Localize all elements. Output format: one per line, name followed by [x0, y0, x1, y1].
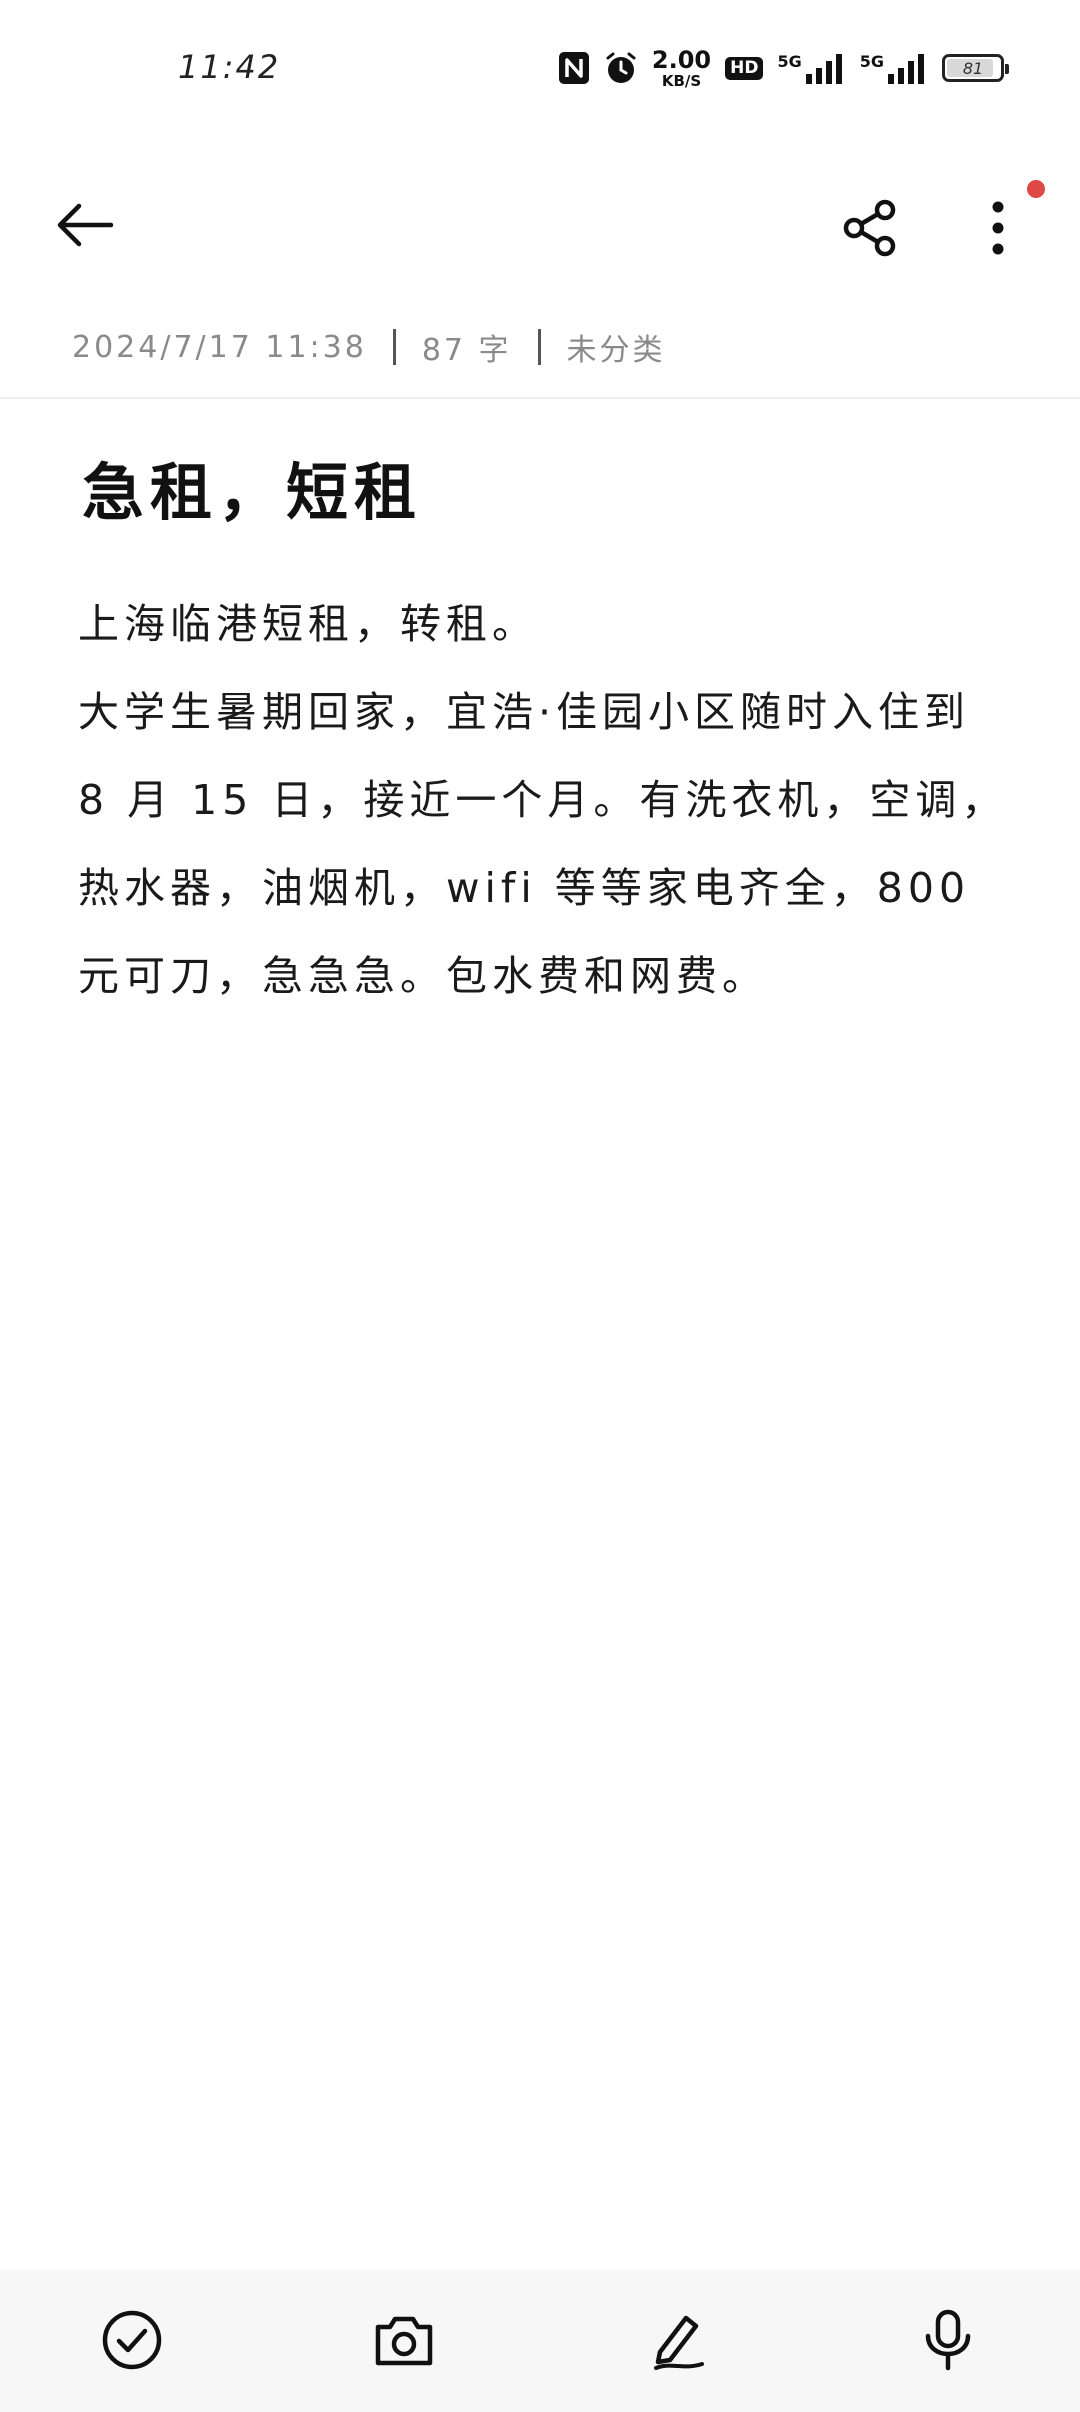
battery-icon: 81 [942, 54, 1009, 82]
meta-divider [0, 397, 1080, 399]
bottom-toolbar [0, 2270, 1080, 2412]
network-speed-unit: KB/S [661, 71, 702, 90]
note-line: 上海临港短租，转租。 [78, 600, 538, 648]
network-speed: 2.00 KB/S [652, 48, 711, 89]
back-button[interactable] [40, 190, 130, 260]
more-options-button[interactable] [958, 188, 1038, 268]
hd-voice-icon: HD [725, 56, 764, 80]
status-icons: 2.00 KB/S HD 5G 5G 81 [558, 44, 1009, 92]
note-line: 元可刀，急急急。包水费和网费。 [78, 952, 768, 1000]
note-line: 热水器，油烟机，wifi 等等家电齐全，800 [78, 864, 971, 912]
app-bar [0, 170, 1080, 280]
note-datetime: 2024/7/17 11:38 [72, 329, 367, 365]
nfc-icon [558, 51, 590, 85]
network-speed-value: 2.00 [651, 45, 712, 74]
checklist-button[interactable] [90, 2298, 174, 2382]
checklist-icon [102, 2310, 162, 2370]
back-arrow-icon [57, 203, 114, 247]
note-category[interactable]: 未分类 [567, 325, 666, 369]
note-title[interactable]: 急租，短租 [82, 442, 422, 532]
note-meta: 2024/7/17 11:38 87 字 未分类 [72, 322, 666, 372]
signal-icon: 5G [777, 52, 845, 84]
alarm-icon [604, 51, 638, 85]
meta-separator [392, 329, 396, 365]
note-body[interactable]: 上海临港短租，转租。 大学生暑期回家，宜浩·佳园小区随时入住到 8 月 15 日… [78, 580, 1008, 1020]
camera-icon [375, 2316, 433, 2366]
camera-button[interactable] [362, 2298, 446, 2382]
microphone-icon [925, 2309, 971, 2371]
note-line: 8 月 15 日，接近一个月。有洗衣机，空调， [78, 776, 1008, 824]
status-time: 11:42 [178, 48, 281, 86]
status-bar: 11:42 2.00 KB/S HD 5G 5G 81 [0, 0, 1080, 140]
note-word-count: 87 字 [421, 333, 512, 368]
more-vertical-icon [992, 201, 1004, 255]
share-button[interactable] [830, 188, 910, 268]
handwriting-button[interactable] [636, 2298, 720, 2382]
share-icon [843, 199, 896, 257]
battery-level: 81 [962, 58, 984, 78]
signal-label-2: 5G [859, 52, 884, 71]
notification-dot [1027, 180, 1045, 198]
voice-input-button[interactable] [906, 2298, 990, 2382]
signal-label: 5G [777, 52, 802, 71]
note-line: 大学生暑期回家，宜浩·佳园小区随时入住到 [78, 688, 971, 736]
pen-icon [654, 2315, 704, 2370]
signal-icon-2: 5G [860, 52, 928, 84]
meta-separator [537, 329, 541, 365]
